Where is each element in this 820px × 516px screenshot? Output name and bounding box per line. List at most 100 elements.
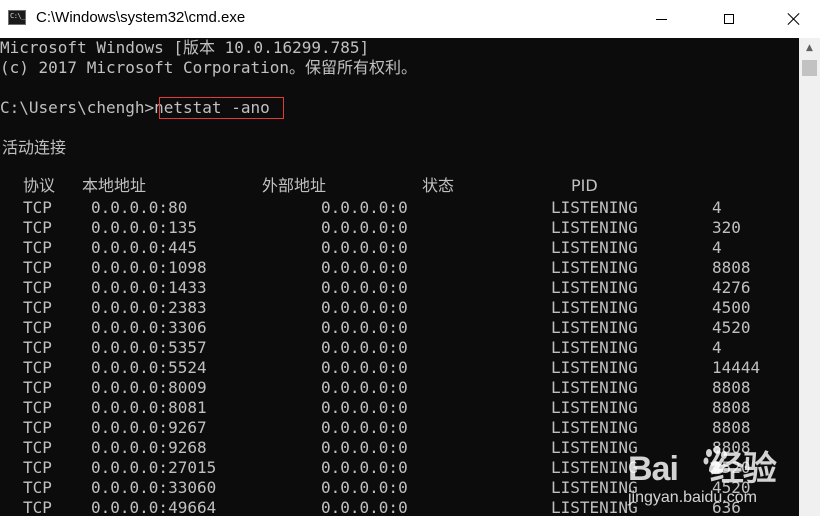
row-foreign-cell: 0.0.0.0:0 (321, 338, 408, 357)
row-foreign-cell: 0.0.0.0:0 (321, 358, 408, 377)
row-pid-cell: 8808 (712, 398, 751, 417)
banner-line-1: Microsoft Windows [版本 10.0.16299.785] (0, 38, 370, 57)
row-state-cell: LISTENING (551, 258, 638, 277)
row-proto-cell: TCP (23, 358, 52, 377)
row-foreign-cell: 0.0.0.0:0 (321, 398, 408, 417)
row-state-cell: LISTENING (551, 218, 638, 237)
row-pid-cell: 4 (712, 238, 722, 257)
row-local-cell: 0.0.0.0:5357 (91, 338, 207, 357)
minimize-button[interactable] (638, 0, 684, 38)
baidu-paw-icon (703, 446, 727, 475)
row-local-cell: 0.0.0.0:9267 (91, 418, 207, 437)
row-state-cell: LISTENING (551, 278, 638, 297)
prompt: C:\Users\chengh> (0, 98, 155, 117)
row-state-cell: LISTENING (551, 338, 638, 357)
row-local-cell: 0.0.0.0:135 (91, 218, 197, 237)
row-state-cell: LISTENING (551, 198, 638, 217)
row-pid-cell: 14444 (712, 358, 761, 377)
row-state-cell: LISTENING (551, 358, 638, 377)
header-pid: PID (571, 176, 598, 195)
row-local-cell: 0.0.0.0:9268 (91, 438, 207, 457)
row-foreign-cell: 0.0.0.0:0 (321, 238, 408, 257)
window-title: C:\Windows\system32\cmd.exe (36, 9, 246, 26)
row-foreign-cell: 0.0.0.0:0 (321, 418, 408, 437)
row-state-cell: LISTENING (551, 298, 638, 317)
baidu-watermark: Bai 经验 jingyan.baidu.com (628, 437, 804, 513)
watermark-logo-left: Bai (628, 450, 679, 488)
watermark-url: jingyan.baidu.com (628, 489, 757, 506)
row-proto-cell: TCP (23, 418, 52, 437)
row-local-cell: 0.0.0.0:8081 (91, 398, 207, 417)
row-proto-cell: TCP (23, 438, 52, 457)
row-local-cell: 0.0.0.0:3306 (91, 318, 207, 337)
row-proto-cell: TCP (23, 258, 52, 277)
close-icon (788, 13, 800, 25)
row-proto-cell: TCP (23, 398, 52, 417)
maximize-icon (724, 14, 734, 24)
row-foreign-cell: 0.0.0.0:0 (321, 438, 408, 457)
row-proto-cell: TCP (23, 278, 52, 297)
row-local-cell: 0.0.0.0:1433 (91, 278, 207, 297)
row-state-cell: LISTENING (551, 438, 638, 457)
row-foreign-cell: 0.0.0.0:0 (321, 198, 408, 217)
row-state-cell: LISTENING (551, 398, 638, 417)
row-local-cell: 0.0.0.0:5524 (91, 358, 207, 377)
row-foreign-cell: 0.0.0.0:0 (321, 258, 408, 277)
row-proto-cell: TCP (23, 498, 52, 516)
row-pid-cell: 4 (712, 198, 722, 217)
row-local-cell: 0.0.0.0:1098 (91, 258, 207, 277)
row-proto-cell: TCP (23, 238, 52, 257)
row-local-cell: 0.0.0.0:49664 (91, 498, 217, 516)
header-foreign: 外部地址 (262, 176, 327, 195)
row-state-cell: LISTENING (551, 478, 638, 497)
row-proto-cell: TCP (23, 378, 52, 397)
maximize-button[interactable] (706, 0, 752, 38)
row-state-cell: LISTENING (551, 458, 638, 477)
row-pid-cell: 4520 (712, 318, 751, 337)
row-proto-cell: TCP (23, 218, 52, 237)
row-proto-cell: TCP (23, 338, 52, 357)
row-local-cell: 0.0.0.0:8009 (91, 378, 207, 397)
section-title: 活动连接 (2, 138, 67, 157)
row-pid-cell: 4500 (712, 298, 751, 317)
row-foreign-cell: 0.0.0.0:0 (321, 218, 408, 237)
cmd-window: C:\_ C:\Windows\system32\cmd.exe Microso… (0, 0, 820, 516)
row-pid-cell: 320 (712, 218, 741, 237)
row-state-cell: LISTENING (551, 498, 638, 516)
command-highlight-box (159, 97, 284, 119)
close-button[interactable] (771, 0, 817, 38)
row-local-cell: 0.0.0.0:80 (91, 198, 188, 217)
banner-line-2: (c) 2017 Microsoft Corporation。保留所有权利。 (0, 58, 417, 77)
row-foreign-cell: 0.0.0.0:0 (321, 318, 408, 337)
row-proto-cell: TCP (23, 198, 52, 217)
console-icon[interactable]: C:\_ (8, 10, 26, 25)
row-pid-cell: 8808 (712, 258, 751, 277)
row-foreign-cell: 0.0.0.0:0 (321, 378, 408, 397)
row-foreign-cell: 0.0.0.0:0 (321, 278, 408, 297)
scroll-up-arrow-icon[interactable]: ▲ (799, 38, 820, 58)
row-state-cell: LISTENING (551, 318, 638, 337)
row-foreign-cell: 0.0.0.0:0 (321, 478, 408, 497)
row-proto-cell: TCP (23, 298, 52, 317)
row-state-cell: LISTENING (551, 378, 638, 397)
row-local-cell: 0.0.0.0:2383 (91, 298, 207, 317)
row-foreign-cell: 0.0.0.0:0 (321, 498, 408, 516)
minimize-icon (655, 18, 667, 20)
console-icon-text: C:\_ (10, 12, 25, 20)
row-local-cell: 0.0.0.0:445 (91, 238, 197, 257)
scroll-thumb[interactable] (802, 60, 817, 76)
row-local-cell: 0.0.0.0:33060 (91, 478, 217, 497)
row-foreign-cell: 0.0.0.0:0 (321, 458, 408, 477)
row-foreign-cell: 0.0.0.0:0 (321, 298, 408, 317)
row-pid-cell: 4276 (712, 278, 751, 297)
row-local-cell: 0.0.0.0:27015 (91, 458, 217, 477)
row-pid-cell: 8808 (712, 418, 751, 437)
row-proto-cell: TCP (23, 478, 52, 497)
header-local: 本地地址 (82, 176, 147, 195)
title-bar[interactable]: C:\_ C:\Windows\system32\cmd.exe (0, 0, 820, 38)
row-pid-cell: 8808 (712, 378, 751, 397)
header-state: 状态 (422, 176, 455, 195)
row-proto-cell: TCP (23, 318, 52, 337)
row-proto-cell: TCP (23, 458, 52, 477)
row-pid-cell: 4 (712, 338, 722, 357)
